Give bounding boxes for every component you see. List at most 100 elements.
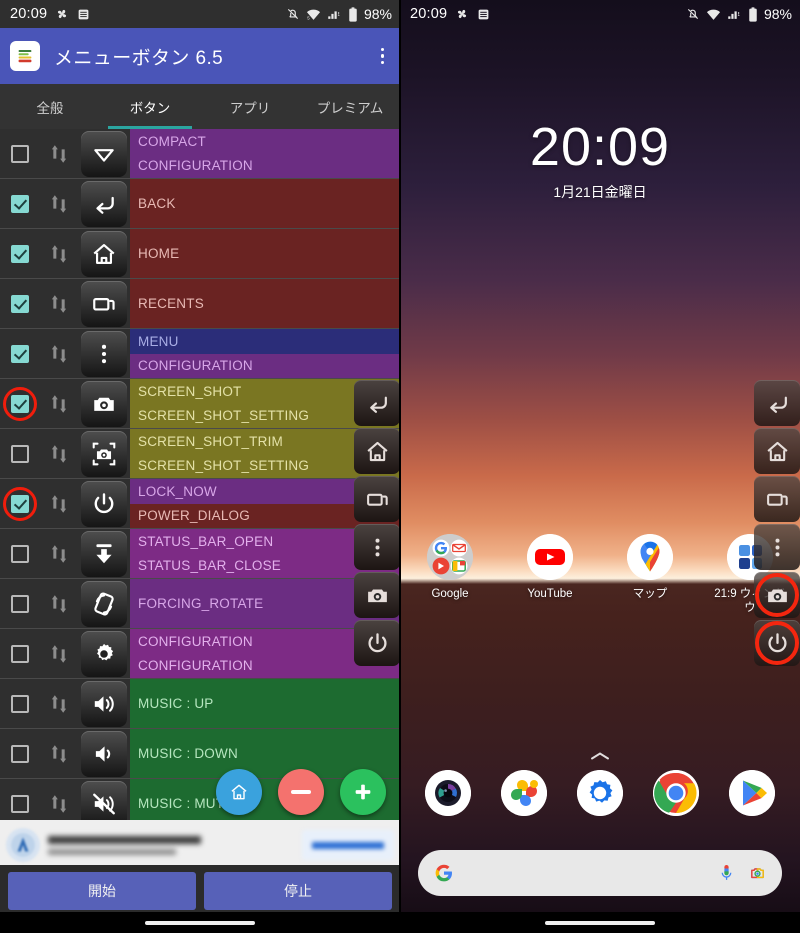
row-action-icon-cell[interactable] — [78, 479, 130, 528]
gesture-nav-bar[interactable] — [400, 912, 800, 933]
table-row[interactable]: STATUS_BAR_OPEN STATUS_BAR_CLOSE — [0, 529, 400, 579]
drag-handle-icon[interactable] — [40, 179, 78, 228]
row-checkbox-cell[interactable] — [0, 329, 40, 378]
checkbox-unchecked[interactable] — [11, 744, 29, 763]
tab-general[interactable]: 全般 — [0, 84, 100, 129]
table-row[interactable]: SCREEN_SHOT SCREEN_SHOT_SETTING — [0, 379, 400, 429]
row-checkbox-cell[interactable] — [0, 729, 40, 778]
table-row[interactable]: BACK — [0, 179, 400, 229]
tab-buttons[interactable]: ボタン — [100, 84, 200, 129]
drag-handle-icon[interactable] — [40, 279, 78, 328]
menu-dots-icon[interactable] — [81, 330, 127, 377]
table-row[interactable]: MUSIC : UP — [0, 679, 400, 729]
checkbox-checked[interactable] — [11, 344, 29, 363]
drag-handle-icon[interactable] — [40, 229, 78, 278]
table-row[interactable]: SCREEN_SHOT_TRIM SCREEN_SHOT_SETTING — [0, 429, 400, 479]
gesture-nav-bar[interactable] — [0, 912, 400, 933]
row-checkbox-cell[interactable] — [0, 579, 40, 628]
row-action-icon-cell[interactable] — [78, 679, 130, 728]
checkbox-checked[interactable] — [11, 394, 29, 413]
drag-handle-icon[interactable] — [40, 379, 78, 428]
chevron-down-icon[interactable] — [81, 130, 127, 177]
floating-back-arrow-button[interactable] — [354, 380, 400, 426]
table-row[interactable]: HOME — [0, 229, 400, 279]
floating-recents-button[interactable] — [754, 476, 800, 522]
floating-home-button[interactable] — [354, 428, 400, 474]
app-maps[interactable]: マップ — [600, 534, 700, 616]
microphone-icon[interactable] — [718, 864, 735, 882]
google-lens-icon[interactable] — [749, 865, 766, 882]
drag-handle-icon[interactable] — [40, 129, 78, 178]
row-action-icon-cell[interactable] — [78, 579, 130, 628]
ad-cta-button[interactable] — [302, 830, 394, 860]
overflow-menu-icon[interactable] — [375, 44, 391, 69]
row-checkbox-cell[interactable] — [0, 529, 40, 578]
tab-premium[interactable]: プレミアム — [300, 84, 400, 129]
recents-icon[interactable] — [81, 280, 127, 327]
row-label-cell[interactable]: COMPACT CONFIGURATION — [130, 129, 400, 178]
status-bar-open-icon[interactable] — [81, 530, 127, 577]
table-row[interactable]: COMPACT CONFIGURATION — [0, 129, 400, 179]
row-label-cell[interactable]: MENU CONFIGURATION — [130, 329, 400, 378]
back-arrow-icon[interactable] — [81, 180, 127, 227]
row-action-icon-cell[interactable] — [78, 279, 130, 328]
row-action-icon-cell[interactable] — [78, 179, 130, 228]
power-icon[interactable] — [81, 480, 127, 527]
drag-handle-icon[interactable] — [40, 679, 78, 728]
row-checkbox-cell[interactable] — [0, 129, 40, 178]
floating-menu-dots-button[interactable] — [354, 524, 400, 570]
table-row[interactable]: FORCING_ROTATE — [0, 579, 400, 629]
row-checkbox-cell[interactable] — [0, 179, 40, 228]
table-row[interactable]: LOCK_NOW POWER_DIALOG — [0, 479, 400, 529]
row-checkbox-cell[interactable] — [0, 279, 40, 328]
rotate-icon[interactable] — [81, 580, 127, 627]
row-checkbox-cell[interactable] — [0, 629, 40, 678]
floating-back-arrow-button[interactable] — [754, 380, 800, 426]
add-fab[interactable] — [340, 769, 386, 815]
volume-up-icon[interactable] — [81, 680, 127, 727]
checkbox-unchecked[interactable] — [11, 594, 29, 613]
row-label-cell[interactable]: MUSIC : UP — [130, 679, 400, 728]
row-action-icon-cell[interactable] — [78, 379, 130, 428]
dock-item-chrome[interactable] — [638, 770, 714, 816]
drag-handle-icon[interactable] — [40, 479, 78, 528]
row-action-icon-cell[interactable] — [78, 429, 130, 478]
dock-item-settings[interactable] — [562, 770, 638, 816]
row-checkbox-cell[interactable] — [0, 229, 40, 278]
tab-apps[interactable]: アプリ — [200, 84, 300, 129]
table-row[interactable]: CONFIGURATION CONFIGURATION — [0, 629, 400, 679]
stop-button[interactable]: 停止 — [204, 872, 392, 910]
row-action-icon-cell[interactable] — [78, 129, 130, 178]
button-config-list[interactable]: COMPACT CONFIGURATION BACK HOME RECENTS M… — [0, 129, 400, 829]
row-checkbox-cell[interactable] — [0, 679, 40, 728]
floating-power-button[interactable] — [354, 620, 400, 666]
drag-handle-icon[interactable] — [40, 579, 78, 628]
row-label-cell[interactable]: HOME — [130, 229, 400, 278]
left-floating-button-bar[interactable] — [354, 380, 400, 666]
drag-handle-icon[interactable] — [40, 529, 78, 578]
right-floating-button-bar[interactable] — [754, 380, 800, 666]
app-youtube[interactable]: YouTube — [500, 534, 600, 616]
checkbox-unchecked[interactable] — [11, 544, 29, 563]
row-checkbox-cell[interactable] — [0, 379, 40, 428]
checkbox-checked[interactable] — [11, 194, 29, 213]
google-search-bar[interactable] — [418, 850, 782, 896]
checkbox-unchecked[interactable] — [11, 444, 29, 463]
volume-down-icon[interactable] — [81, 730, 127, 777]
gear-icon[interactable] — [81, 630, 127, 677]
floating-recents-button[interactable] — [354, 476, 400, 522]
camera-crop-icon[interactable] — [81, 430, 127, 477]
start-button[interactable]: 開始 — [8, 872, 196, 910]
ad-banner[interactable] — [0, 820, 400, 870]
table-row[interactable]: RECENTS — [0, 279, 400, 329]
dock-item-photos[interactable] — [486, 770, 562, 816]
app-google-folder[interactable]: Google — [400, 534, 500, 616]
dock-item-camera[interactable] — [410, 770, 486, 816]
floating-home-button[interactable] — [754, 428, 800, 474]
row-action-icon-cell[interactable] — [78, 329, 130, 378]
checkbox-unchecked[interactable] — [11, 694, 29, 713]
row-action-icon-cell[interactable] — [78, 529, 130, 578]
home-icon[interactable] — [81, 230, 127, 277]
table-row[interactable]: MENU CONFIGURATION — [0, 329, 400, 379]
remove-fab[interactable] — [278, 769, 324, 815]
